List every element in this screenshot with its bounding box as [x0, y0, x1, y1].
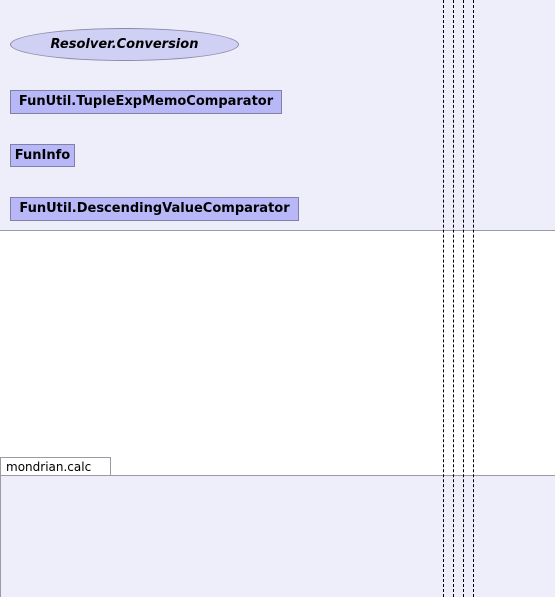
class-box-funinfo[interactable]: FunInfo — [10, 144, 75, 167]
class-box-descending-value-comparator[interactable]: FunUtil.DescendingValueComparator — [10, 197, 299, 221]
package-body-mondrian-calc — [0, 475, 555, 597]
class-box-tuple-exp-memo-comparator[interactable]: FunUtil.TupleExpMemoComparator — [10, 90, 282, 114]
dashed-lifeline — [453, 0, 454, 597]
dashed-lifeline — [473, 0, 474, 597]
interface-ellipse-resolver-conversion[interactable]: Resolver.Conversion — [10, 28, 239, 61]
package-tab-mondrian-calc[interactable]: mondrian.calc — [0, 457, 111, 476]
dashed-lifeline — [463, 0, 464, 597]
dashed-lifeline — [443, 0, 444, 597]
diagram-canvas: Resolver.Conversion FunUtil.TupleExpMemo… — [0, 0, 555, 597]
